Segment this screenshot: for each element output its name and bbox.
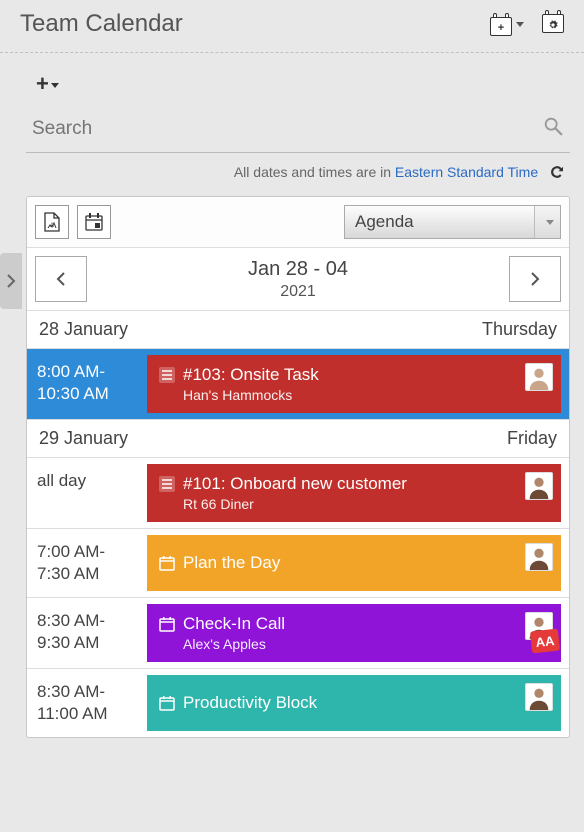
day-header: 28 January Thursday — [27, 311, 569, 349]
event-row[interactable]: 8:30 AM-9:30 AM Check-In Call Alex's App… — [27, 598, 569, 669]
view-select-value: Agenda — [355, 212, 414, 232]
event-time: 8:30 AM-9:30 AM — [27, 598, 147, 668]
add-row: + — [26, 63, 570, 111]
page-title: Team Calendar — [20, 10, 490, 38]
header-actions: + — [490, 10, 564, 38]
refresh-button[interactable] — [548, 163, 566, 184]
event-row[interactable]: 8:30 AM-11:00 AM Productivity Block — [27, 669, 569, 737]
calendar-panel: A Agenda Jan 28 - 04 — [26, 196, 570, 738]
day-date: 29 January — [39, 428, 128, 449]
export-pdf-button[interactable]: A — [35, 205, 69, 239]
page-header: Team Calendar + — [0, 0, 584, 53]
event-row[interactable]: all day #101: Onboard new customer Rt 66… — [27, 458, 569, 529]
day-date: 28 January — [39, 319, 128, 340]
list-icon — [159, 367, 175, 383]
event-card[interactable]: #103: Onsite Task Han's Hammocks — [147, 355, 561, 413]
event-time: all day — [27, 458, 147, 528]
view-select[interactable]: Agenda — [344, 205, 561, 239]
day-weekday: Thursday — [482, 319, 557, 340]
event-title-text: #101: Onboard new customer — [183, 474, 407, 494]
event-title-text: Productivity Block — [183, 693, 317, 713]
event-subtitle: Rt 66 Diner — [183, 496, 549, 512]
expand-panel-tab[interactable] — [0, 253, 22, 309]
day-header: 29 January Friday — [27, 420, 569, 458]
add-button[interactable]: + — [36, 71, 59, 96]
avatar — [525, 543, 553, 571]
event-row[interactable]: 8:00 AM-10:30 AM #103: Onsite Task Han's… — [27, 349, 569, 420]
calendar-icon — [159, 616, 175, 632]
date-range: Jan 28 - 04 2021 — [87, 258, 509, 301]
timezone-prefix: All dates and times are in — [234, 164, 395, 180]
add-calendar-menu[interactable]: + — [490, 13, 524, 36]
event-title-text: Check-In Call — [183, 614, 285, 634]
avatar — [525, 683, 553, 711]
event-time: 8:30 AM-11:00 AM — [27, 669, 147, 737]
event-card[interactable]: Check-In Call Alex's Apples AA — [147, 604, 561, 662]
event-title-text: Plan the Day — [183, 553, 280, 573]
event-card[interactable]: #101: Onboard new customer Rt 66 Diner — [147, 464, 561, 522]
event-card[interactable]: Productivity Block — [147, 675, 561, 731]
prev-period-button[interactable] — [35, 256, 87, 302]
today-button[interactable] — [77, 205, 111, 239]
timezone-link[interactable]: Eastern Standard Time — [395, 164, 538, 180]
event-subtitle: Han's Hammocks — [183, 387, 549, 403]
next-period-button[interactable] — [509, 256, 561, 302]
date-navigation: Jan 28 - 04 2021 — [27, 248, 569, 311]
calendar-icon — [159, 555, 175, 571]
day-weekday: Friday — [507, 428, 557, 449]
chevron-down-icon — [534, 206, 560, 238]
calendar-toolbar: A Agenda — [27, 197, 569, 248]
calendar-gear-icon — [542, 10, 564, 33]
event-time: 8:00 AM-10:30 AM — [27, 349, 147, 419]
calendar-icon — [159, 695, 175, 711]
assignee-badge: AA — [530, 629, 560, 654]
avatar — [525, 363, 553, 391]
event-title-text: #103: Onsite Task — [183, 365, 319, 385]
search-icon[interactable] — [542, 115, 564, 142]
date-range-year: 2021 — [87, 283, 509, 301]
chevron-down-icon — [516, 22, 524, 27]
search-row — [26, 111, 570, 153]
main-area: + All dates and times are in Eastern Sta… — [0, 53, 584, 738]
chevron-down-icon — [51, 83, 59, 88]
date-range-text: Jan 28 - 04 — [87, 258, 509, 281]
event-time: 7:00 AM-7:30 AM — [27, 529, 147, 597]
avatar — [525, 472, 553, 500]
calendar-settings-button[interactable] — [542, 10, 564, 38]
calendar-plus-icon: + — [490, 13, 512, 36]
event-row[interactable]: 7:00 AM-7:30 AM Plan the Day — [27, 529, 569, 598]
search-input[interactable] — [32, 118, 542, 140]
timezone-notice: All dates and times are in Eastern Stand… — [26, 153, 570, 196]
event-subtitle: Alex's Apples — [183, 636, 549, 652]
list-icon — [159, 476, 175, 492]
event-card[interactable]: Plan the Day — [147, 535, 561, 591]
